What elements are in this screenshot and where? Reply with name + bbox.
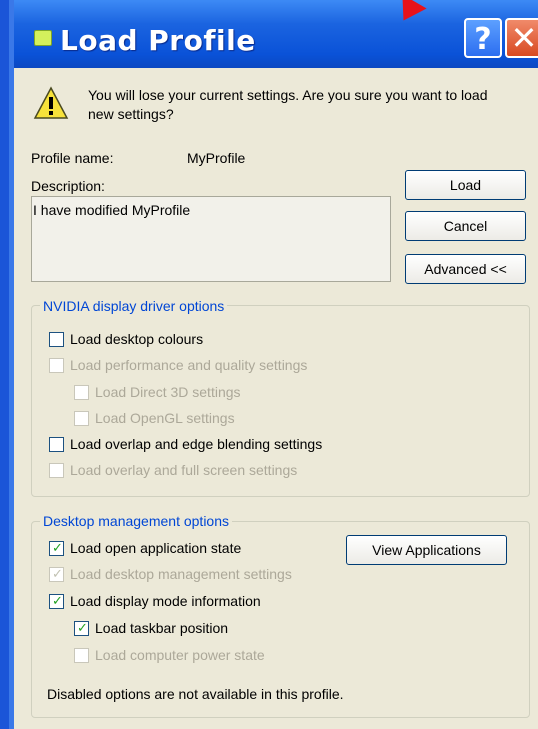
warning-message-line2: new settings? <box>88 106 174 122</box>
profile-name-label: Profile name: <box>31 150 114 166</box>
window-title: Load Profile <box>60 24 256 57</box>
title-bar[interactable]: Load Profile ? ✕ <box>14 0 538 68</box>
load-taskbar-position-label[interactable]: Load taskbar position <box>95 620 228 636</box>
checkmark-icon: ✓ <box>52 541 63 556</box>
checkmark-icon: ✓ <box>52 594 63 609</box>
load-profile-dialog: Load Profile ? ✕ You will lose your curr… <box>0 0 538 729</box>
load-computer-power-state-checkbox <box>74 648 89 663</box>
load-desktop-management-label: Load desktop management settings <box>70 566 292 582</box>
load-performance-quality-label: Load performance and quality settings <box>70 357 308 373</box>
load-display-mode-checkbox[interactable]: ✓ <box>49 594 64 609</box>
load-desktop-management-checkbox: ✓ <box>49 567 64 582</box>
load-direct3d-checkbox <box>74 385 89 400</box>
load-display-mode-label[interactable]: Load display mode information <box>70 593 261 609</box>
cancel-button[interactable]: Cancel <box>405 211 526 241</box>
load-overlap-edge-blending-label[interactable]: Load overlap and edge blending settings <box>70 436 322 452</box>
load-desktop-colours-checkbox[interactable] <box>49 332 64 347</box>
load-direct3d-label: Load Direct 3D settings <box>95 384 241 400</box>
load-desktop-colours-label[interactable]: Load desktop colours <box>70 331 203 347</box>
checkmark-icon: ✓ <box>52 567 63 582</box>
checkmark-icon: ✓ <box>77 621 88 636</box>
warning-message-line1: You will lose your current settings. Are… <box>88 87 488 103</box>
load-open-application-state-label[interactable]: Load open application state <box>70 540 241 556</box>
load-computer-power-state-label: Load computer power state <box>95 647 265 663</box>
view-applications-button[interactable]: View Applications <box>346 535 507 565</box>
description-label: Description: <box>31 178 105 194</box>
nvidia-options-title: NVIDIA display driver options <box>40 298 228 314</box>
close-button[interactable]: ✕ <box>505 18 538 58</box>
profile-window-icon <box>34 30 52 46</box>
load-overlap-edge-blending-checkbox[interactable] <box>49 437 64 452</box>
load-overlay-fullscreen-checkbox <box>49 463 64 478</box>
profile-name-value: MyProfile <box>187 150 246 166</box>
desktop-management-title: Desktop management options <box>40 513 232 529</box>
load-open-application-state-checkbox[interactable]: ✓ <box>49 541 64 556</box>
advanced-button[interactable]: Advanced << <box>405 254 526 284</box>
load-opengl-checkbox <box>74 411 89 426</box>
load-button[interactable]: Load <box>405 170 526 200</box>
load-overlay-fullscreen-label: Load overlay and full screen settings <box>70 462 298 478</box>
load-opengl-label: Load OpenGL settings <box>95 410 235 426</box>
load-taskbar-position-checkbox[interactable]: ✓ <box>74 621 89 636</box>
load-performance-quality-checkbox <box>49 358 64 373</box>
warning-icon <box>33 86 69 119</box>
description-value: I have modified MyProfile <box>33 202 191 218</box>
help-button[interactable]: ? <box>464 18 502 58</box>
description-field[interactable]: I have modified MyProfile <box>31 196 391 282</box>
disabled-options-footnote: Disabled options are not available in th… <box>47 686 344 702</box>
